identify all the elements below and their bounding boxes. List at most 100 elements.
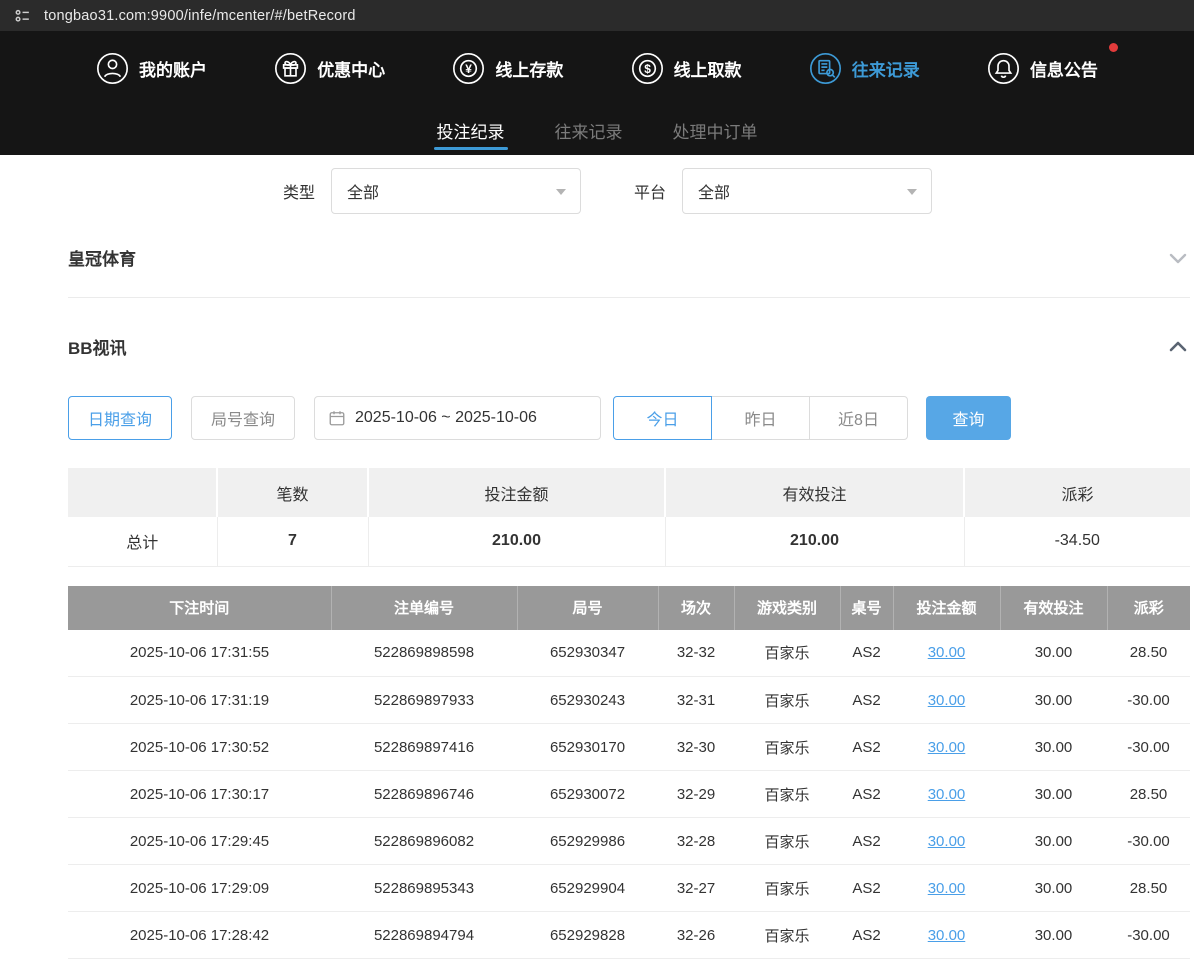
nav-item-my-account[interactable]: 我的账户 [96, 52, 207, 85]
browser-url-bar: tongbao31.com:9900/infe/mcenter/#/betRec… [0, 0, 1194, 31]
main-nav: 我的账户 优惠中心 ¥ 线上存款 [0, 31, 1194, 105]
tab-bet-records[interactable]: 投注纪录 [437, 105, 505, 155]
column-header: 投注金额 [893, 586, 1000, 630]
cell-valid: 30.00 [1000, 865, 1107, 912]
notification-badge [1109, 43, 1118, 52]
summary-header-blank [68, 468, 217, 517]
cell-valid: 30.00 [1000, 912, 1107, 959]
cell-round: 652930243 [517, 677, 658, 724]
round-query-button[interactable]: 局号查询 [191, 396, 295, 440]
cell-round: 652930347 [517, 630, 658, 677]
cell-table: AS2 [840, 818, 893, 865]
type-select-value: 全部 [347, 179, 379, 203]
cell-valid: 30.00 [1000, 677, 1107, 724]
cell-table: AS2 [840, 771, 893, 818]
query-bar: 日期查询 局号查询 2025-10-06 ~ 2025-10-06 今日 昨日 … [68, 396, 1190, 440]
nav-item-deposit[interactable]: ¥ 线上存款 [452, 52, 563, 85]
section-title: BB视讯 [68, 334, 127, 359]
table-row: 2025-10-06 17:28:42522869894794652929828… [68, 912, 1190, 959]
table-row: 2025-10-06 17:31:19522869897933652930243… [68, 677, 1190, 724]
bet-table-body: 2025-10-06 17:31:55522869898598652930347… [68, 630, 1190, 959]
summary-header-payout: 派彩 [964, 468, 1190, 517]
nav-item-withdraw[interactable]: $ 线上取款 [631, 52, 742, 85]
summary-header-valid-bet: 有效投注 [665, 468, 964, 517]
summary-table: 笔数 投注金额 有效投注 派彩 总计 7 210.00 210.00 -34.5… [68, 468, 1190, 567]
cell-order: 522869894794 [331, 912, 517, 959]
chevron-down-icon [556, 189, 566, 195]
last8days-button[interactable]: 近8日 [809, 396, 908, 440]
date-range-input[interactable]: 2025-10-06 ~ 2025-10-06 [314, 396, 601, 440]
cell-valid: 30.00 [1000, 771, 1107, 818]
cell-game: 百家乐 [734, 677, 840, 724]
section-crown-sports[interactable]: 皇冠体育 [68, 245, 1190, 270]
cell-session: 32-32 [658, 630, 734, 677]
nav-item-promotions[interactable]: 优惠中心 [274, 52, 385, 85]
nav-label: 优惠中心 [317, 56, 385, 81]
bet-amount-link[interactable]: 30.00 [928, 739, 966, 756]
chevron-up-icon[interactable] [1166, 335, 1190, 359]
chevron-down-icon [907, 189, 917, 195]
chevron-down-icon[interactable] [1166, 246, 1190, 270]
cell-time: 2025-10-06 17:31:55 [68, 630, 331, 677]
tab-processing-orders[interactable]: 处理中订单 [673, 105, 758, 155]
date-query-button[interactable]: 日期查询 [68, 396, 172, 440]
summary-total-row: 总计 7 210.00 210.00 -34.50 [68, 517, 1190, 566]
filter-row: 类型 全部 平台 全部 [283, 168, 1190, 214]
summary-count: 7 [217, 517, 368, 566]
section-bb-video[interactable]: BB视讯 [68, 334, 1190, 359]
url-text[interactable]: tongbao31.com:9900/infe/mcenter/#/betRec… [44, 8, 356, 24]
bet-amount-link[interactable]: 30.00 [928, 927, 966, 944]
svg-text:¥: ¥ [466, 62, 473, 76]
cell-game: 百家乐 [734, 818, 840, 865]
bet-amount-link[interactable]: 30.00 [928, 880, 966, 897]
nav-label: 线上存款 [495, 56, 563, 81]
column-header: 有效投注 [1000, 586, 1107, 630]
nav-item-announcements[interactable]: 信息公告 [987, 52, 1098, 85]
cell-game: 百家乐 [734, 724, 840, 771]
nav-label: 往来记录 [852, 56, 920, 81]
cell-session: 32-27 [658, 865, 734, 912]
summary-header-count: 笔数 [217, 468, 368, 517]
cell-bet: 30.00 [893, 771, 1000, 818]
tab-transaction-records[interactable]: 往来记录 [555, 105, 623, 155]
bet-amount-link[interactable]: 30.00 [928, 786, 966, 803]
cell-table: AS2 [840, 865, 893, 912]
nav-label: 线上取款 [674, 56, 742, 81]
cell-payout: 28.50 [1107, 865, 1190, 912]
bet-amount-link[interactable]: 30.00 [928, 833, 966, 850]
cell-session: 32-26 [658, 912, 734, 959]
cell-game: 百家乐 [734, 865, 840, 912]
cell-time: 2025-10-06 17:30:17 [68, 771, 331, 818]
search-button[interactable]: 查询 [926, 396, 1011, 440]
cell-valid: 30.00 [1000, 630, 1107, 677]
section-divider [68, 297, 1190, 298]
cell-time: 2025-10-06 17:30:52 [68, 724, 331, 771]
bet-table: 下注时间注单编号局号场次游戏类别桌号投注金额有效投注派彩 2025-10-06 … [68, 586, 1190, 960]
type-filter-label: 类型 [283, 179, 315, 203]
cell-table: AS2 [840, 912, 893, 959]
yesterday-button[interactable]: 昨日 [711, 396, 810, 440]
column-header: 派彩 [1107, 586, 1190, 630]
browser-tab-list-icon[interactable] [14, 7, 32, 25]
cell-time: 2025-10-06 17:28:42 [68, 912, 331, 959]
table-row: 2025-10-06 17:30:17522869896746652930072… [68, 771, 1190, 818]
table-row: 2025-10-06 17:31:55522869898598652930347… [68, 630, 1190, 677]
platform-select[interactable]: 全部 [682, 168, 932, 214]
cell-table: AS2 [840, 724, 893, 771]
calendar-icon [328, 409, 346, 427]
bet-table-header-row: 下注时间注单编号局号场次游戏类别桌号投注金额有效投注派彩 [68, 586, 1190, 630]
bell-icon [987, 52, 1020, 85]
table-row: 2025-10-06 17:29:45522869896082652929986… [68, 818, 1190, 865]
column-header: 场次 [658, 586, 734, 630]
quick-range-group: 今日 昨日 近8日 [613, 396, 908, 440]
nav-item-records[interactable]: 往来记录 [809, 52, 920, 85]
bet-amount-link[interactable]: 30.00 [928, 692, 966, 709]
cell-round: 652929904 [517, 865, 658, 912]
summary-total-label: 总计 [68, 517, 217, 566]
cell-order: 522869895343 [331, 865, 517, 912]
type-select[interactable]: 全部 [331, 168, 581, 214]
bet-amount-link[interactable]: 30.00 [928, 644, 966, 661]
cell-order: 522869897416 [331, 724, 517, 771]
platform-filter-label: 平台 [634, 179, 666, 203]
today-button[interactable]: 今日 [613, 396, 712, 440]
